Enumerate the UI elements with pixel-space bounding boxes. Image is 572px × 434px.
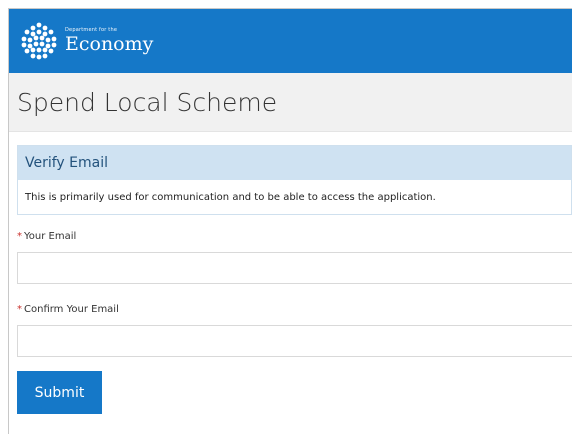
confirm-email-field[interactable] <box>17 325 572 357</box>
site-header: Department for the Economy <box>9 9 572 73</box>
page-title: Spend Local Scheme <box>17 87 278 117</box>
verify-email-panel: Verify Email This is primarily used for … <box>17 145 572 215</box>
email-label-text: Your Email <box>24 231 77 242</box>
confirm-email-field-label: * Confirm Your Email <box>17 304 572 315</box>
required-marker: * <box>17 304 22 315</box>
page-title-bar: Spend Local Scheme <box>9 73 572 132</box>
email-field-label: * Your Email <box>17 231 572 242</box>
brand-text: Department for the Economy <box>65 27 153 55</box>
panel-description: This is primarily used for communication… <box>18 180 571 214</box>
brand-department-line: Department for the <box>65 27 118 33</box>
app-frame: Department for the Economy Spend Local S… <box>8 8 572 434</box>
dotted-flower-logo-icon <box>21 22 57 60</box>
confirm-email-label-text: Confirm Your Email <box>24 304 119 315</box>
email-field[interactable] <box>17 252 572 284</box>
panel-heading: Verify Email <box>18 146 571 180</box>
submit-button[interactable]: Submit <box>17 371 102 414</box>
required-marker: * <box>17 231 22 242</box>
brand-name: Economy <box>65 33 154 55</box>
